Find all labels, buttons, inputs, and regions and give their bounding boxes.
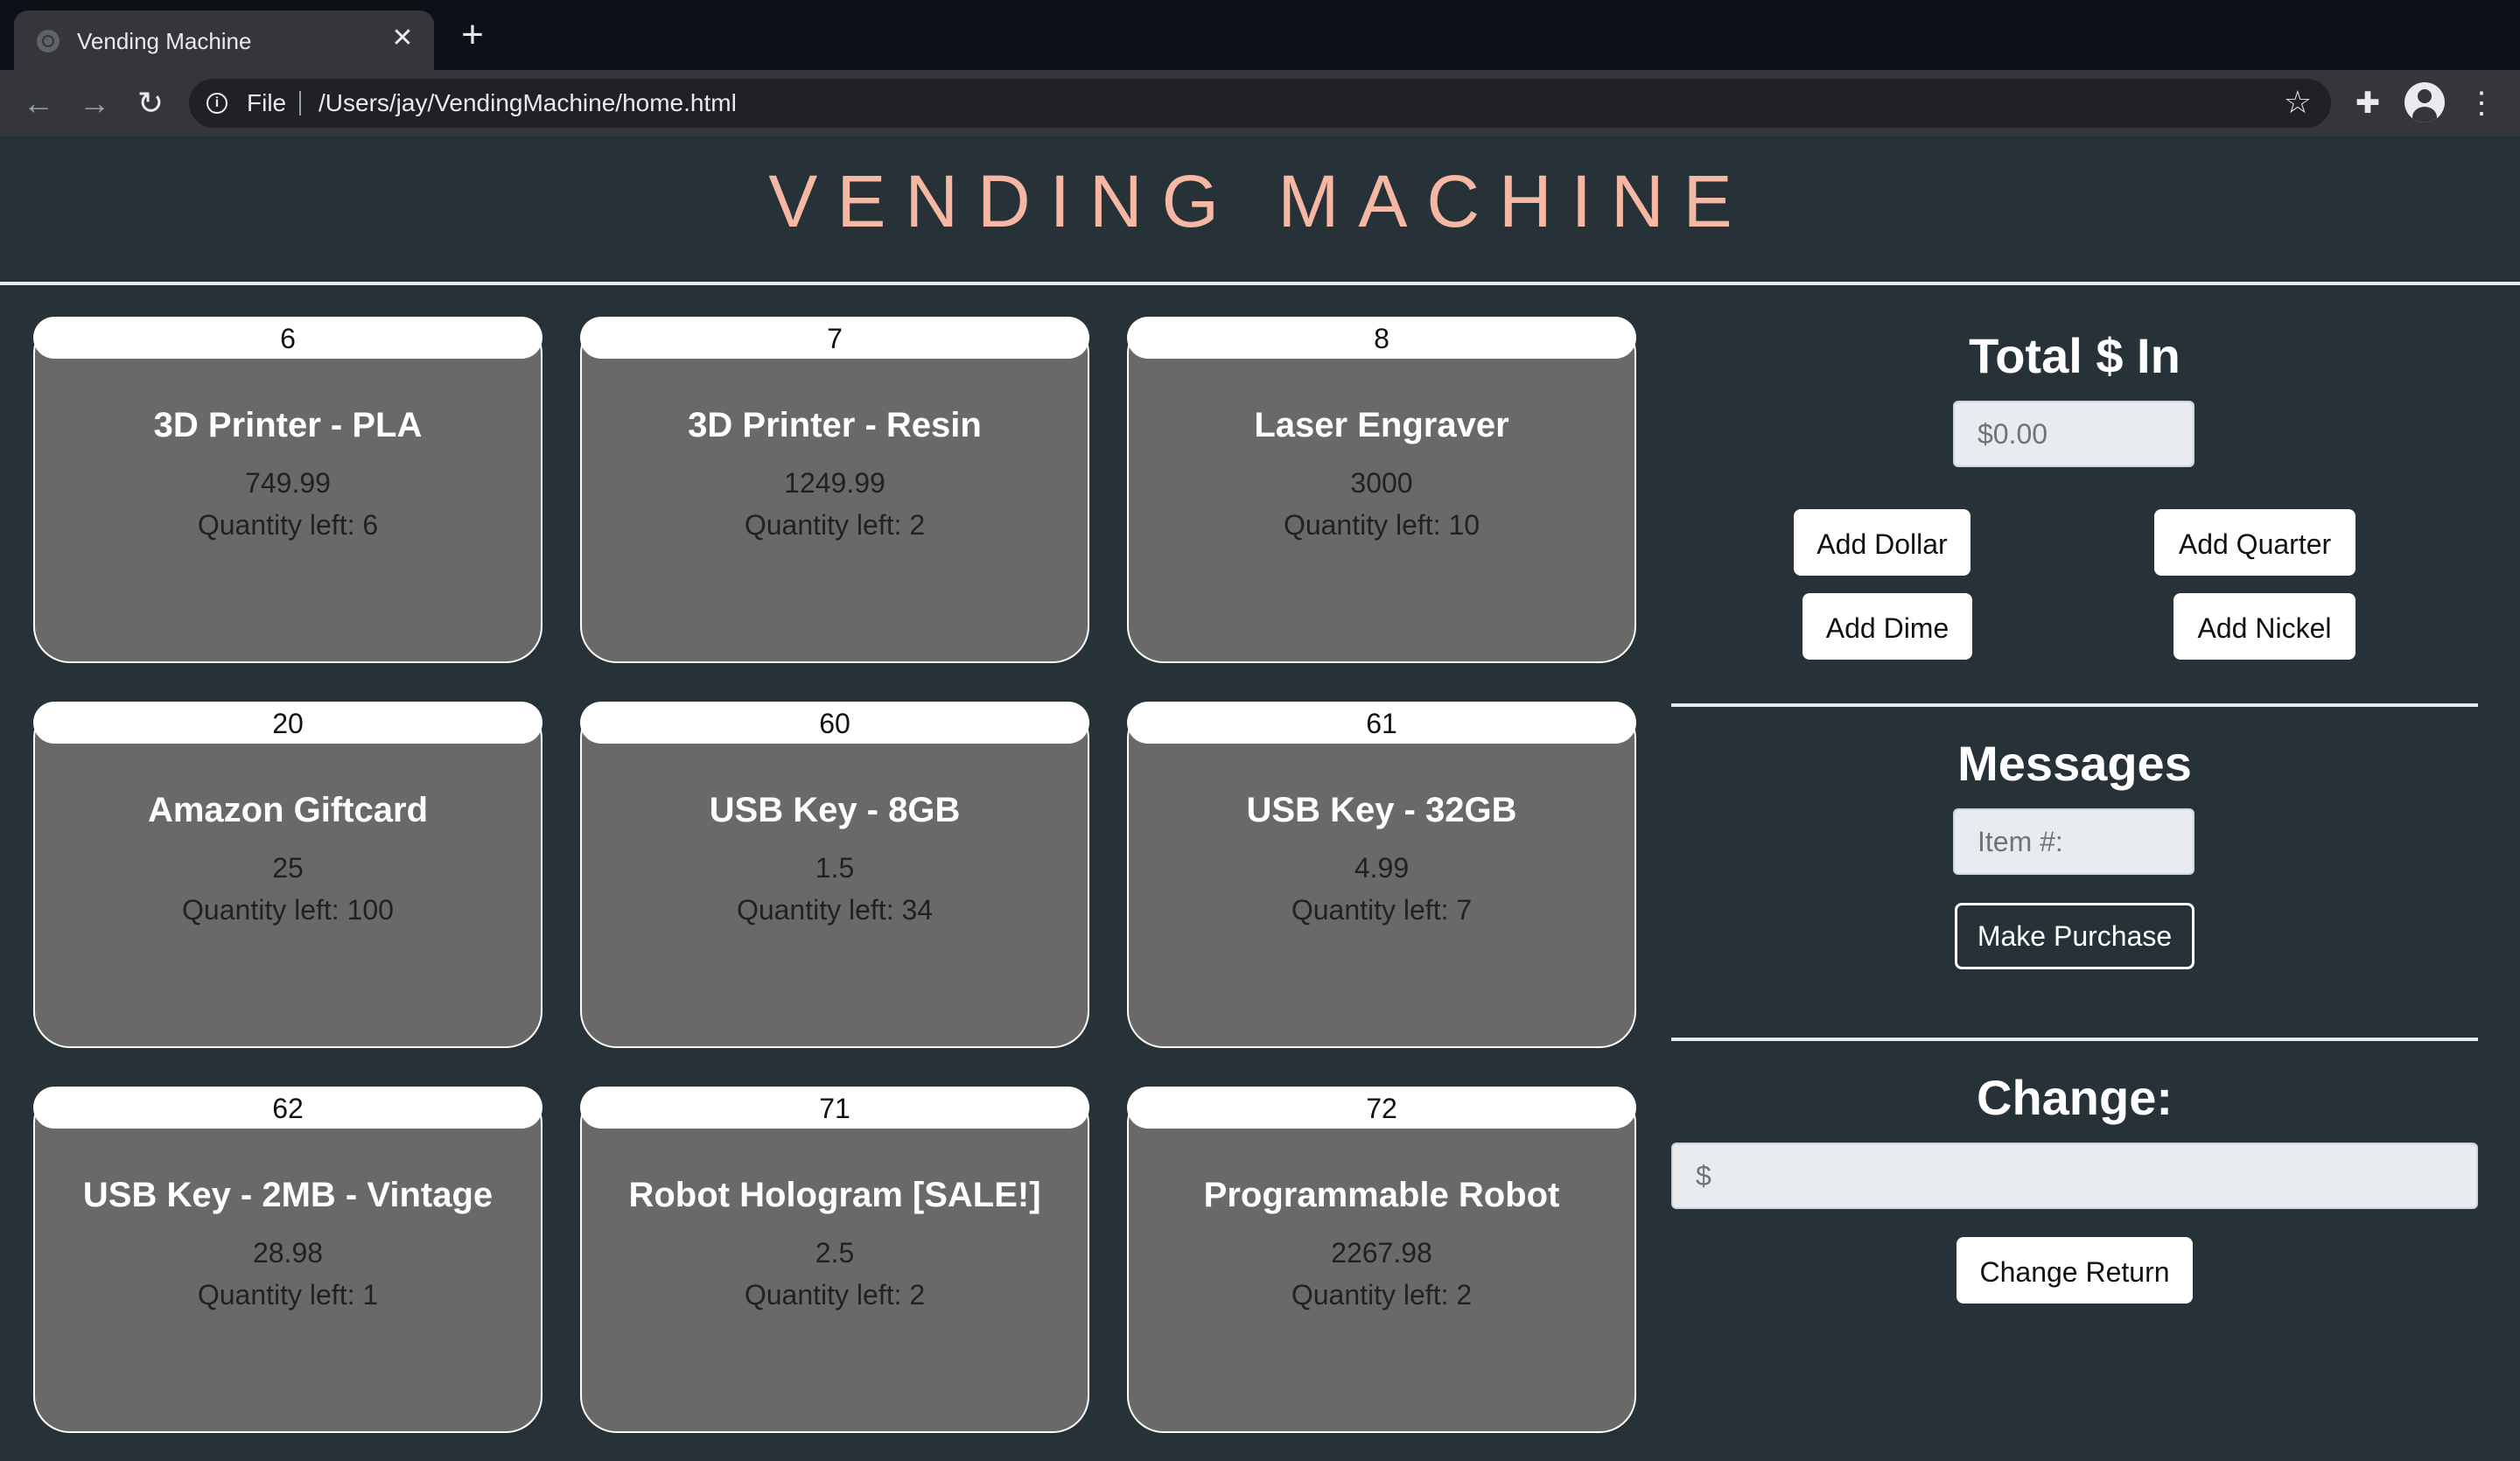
item-price: 4.99: [1354, 852, 1410, 884]
item-card[interactable]: 6 3D Printer - PLA 749.99 Quantity left:…: [33, 317, 542, 663]
add-nickel-button[interactable]: Add Nickel: [2174, 593, 2356, 660]
item-quantity: Quantity left: 6: [197, 509, 379, 541]
item-name: USB Key - 32GB: [1246, 791, 1517, 829]
browser-tab[interactable]: Vending Machine ✕: [14, 10, 434, 70]
item-quantity: Quantity left: 2: [744, 1279, 926, 1311]
page-title: VENDING MACHINE: [768, 160, 1752, 242]
make-purchase-button[interactable]: Make Purchase: [1955, 903, 2194, 969]
browser-toolbar: ← → ↻ i File /Users/jay/VendingMachine/h…: [0, 70, 2520, 136]
total-in-field[interactable]: $0.00: [1953, 401, 2194, 467]
item-card[interactable]: 61 USB Key - 32GB 4.99 Quantity left: 7: [1127, 702, 1636, 1048]
item-card[interactable]: 71 Robot Hologram [SALE!] 2.5 Quantity l…: [580, 1087, 1089, 1433]
page: VENDING MACHINE 6 3D Printer - PLA 749.9…: [0, 136, 2520, 1461]
forward-icon[interactable]: →: [74, 82, 116, 124]
tab-strip: Vending Machine ✕ +: [0, 0, 2520, 70]
item-number: 8: [1127, 317, 1636, 359]
add-dime-button[interactable]: Add Dime: [1802, 593, 1972, 660]
item-number: 72: [1127, 1087, 1636, 1129]
item-price: 1249.99: [784, 467, 886, 499]
address-bar[interactable]: i File /Users/jay/VendingMachine/home.ht…: [189, 79, 2331, 128]
change-return-button[interactable]: Change Return: [1956, 1237, 2193, 1304]
item-card[interactable]: 8 Laser Engraver 3000 Quantity left: 10: [1127, 317, 1636, 663]
add-dollar-button[interactable]: Add Dollar: [1794, 509, 1970, 576]
item-price: 2267.98: [1331, 1237, 1432, 1269]
item-quantity: Quantity left: 10: [1283, 509, 1480, 541]
item-quantity: Quantity left: 1: [197, 1279, 379, 1311]
item-price: 749.99: [245, 467, 331, 499]
item-card[interactable]: 20 Amazon Giftcard 25 Quantity left: 100: [33, 702, 542, 1048]
item-card[interactable]: 60 USB Key - 8GB 1.5 Quantity left: 34: [580, 702, 1089, 1048]
item-card[interactable]: 72 Programmable Robot 2267.98 Quantity l…: [1127, 1087, 1636, 1433]
item-number: 62: [33, 1087, 542, 1129]
item-quantity: Quantity left: 34: [736, 894, 934, 926]
header-divider: [0, 282, 2520, 285]
bookmark-star-icon[interactable]: ☆: [2284, 84, 2312, 121]
item-number-input[interactable]: Item #:: [1953, 808, 2194, 875]
item-price: 2.5: [815, 1237, 855, 1269]
item-quantity: Quantity left: 2: [744, 509, 926, 541]
item-name: 3D Printer - PLA: [153, 406, 423, 444]
url-text[interactable]: /Users/jay/VendingMachine/home.html: [318, 89, 737, 117]
total-in-title: Total $ In: [1969, 328, 2180, 383]
url-divider: [299, 91, 301, 115]
item-name: USB Key - 8GB: [709, 791, 961, 829]
item-name: Programmable Robot: [1203, 1176, 1560, 1214]
item-number: 7: [580, 317, 1089, 359]
item-number: 71: [580, 1087, 1089, 1129]
item-price: 1.5: [815, 852, 855, 884]
info-icon[interactable]: i: [206, 93, 228, 114]
item-price: 25: [272, 852, 304, 884]
reload-icon[interactable]: ↻: [130, 82, 172, 124]
item-name: Robot Hologram [SALE!]: [628, 1176, 1041, 1214]
url-scheme: File: [247, 89, 287, 116]
item-name: USB Key - 2MB - Vintage: [82, 1176, 494, 1214]
item-card[interactable]: 7 3D Printer - Resin 1249.99 Quantity le…: [580, 317, 1089, 663]
add-quarter-button[interactable]: Add Quarter: [2154, 509, 2356, 576]
item-number: 6: [33, 317, 542, 359]
messages-title: Messages: [1957, 736, 2192, 791]
item-quantity: Quantity left: 7: [1291, 894, 1473, 926]
item-quantity: Quantity left: 100: [182, 894, 394, 926]
back-icon[interactable]: ←: [18, 82, 60, 124]
item-price: 3000: [1350, 467, 1413, 499]
item-quantity: Quantity left: 2: [1291, 1279, 1473, 1311]
item-price: 28.98: [252, 1237, 324, 1269]
item-number: 61: [1127, 702, 1636, 744]
new-tab-button[interactable]: +: [455, 16, 490, 54]
item-name: 3D Printer - Resin: [688, 406, 982, 444]
item-name: Laser Engraver: [1254, 406, 1509, 444]
close-tab-icon[interactable]: ✕: [387, 23, 418, 54]
item-number: 20: [33, 702, 542, 744]
item-card[interactable]: 62 USB Key - 2MB - Vintage 28.98 Quantit…: [33, 1087, 542, 1433]
change-field[interactable]: $: [1671, 1143, 2478, 1209]
panel-divider: [1671, 1038, 2478, 1041]
more-menu-icon[interactable]: ⋮: [2460, 82, 2502, 124]
globe-icon: [37, 30, 60, 52]
item-name: Amazon Giftcard: [147, 791, 429, 829]
profile-avatar-icon[interactable]: [2404, 82, 2445, 122]
panel-divider: [1671, 703, 2478, 707]
extensions-puzzle-icon[interactable]: ✚: [2347, 82, 2389, 124]
item-number: 60: [580, 702, 1089, 744]
change-title: Change:: [1977, 1070, 2173, 1125]
tab-title: Vending Machine: [77, 28, 252, 54]
